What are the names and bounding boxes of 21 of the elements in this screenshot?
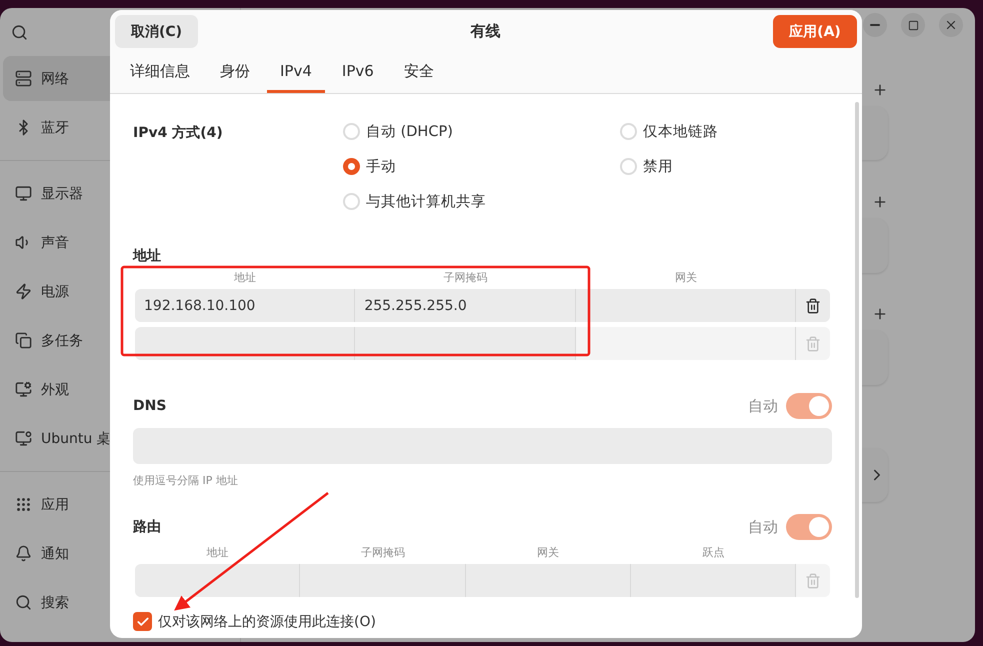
checkbox-label: 仅对该网络上的资源使用此连接(O) xyxy=(158,612,376,630)
column-header: 跃点 xyxy=(701,545,726,561)
section-heading: 路由 xyxy=(133,518,161,536)
column-header: 子网掩码 xyxy=(442,270,488,286)
column-header: 子网掩码 xyxy=(360,545,406,561)
radio-label: 手动 xyxy=(366,158,396,176)
auto-label: 自动 xyxy=(748,396,778,416)
radio-label: 与其他计算机共享 xyxy=(366,192,486,211)
auto-label: 自动 xyxy=(748,518,778,536)
column-header: 地址 xyxy=(233,270,258,286)
column-header: 网关 xyxy=(674,270,698,286)
section-heading: 地址 xyxy=(133,247,162,265)
radio-label: 仅本地链路 xyxy=(643,123,718,141)
dialog-title: 有线 xyxy=(470,22,500,41)
radio-label: 自动 (DHCP) xyxy=(366,123,453,141)
method-label: IPv4 方式(4) xyxy=(133,124,224,143)
section-heading: DNS xyxy=(133,398,166,414)
radio-label: 禁用 xyxy=(643,158,673,176)
column-header: 网关 xyxy=(536,545,560,561)
hint-text: 使用逗号分隔 IP 地址 xyxy=(133,473,239,488)
column-header: 地址 xyxy=(206,545,230,561)
